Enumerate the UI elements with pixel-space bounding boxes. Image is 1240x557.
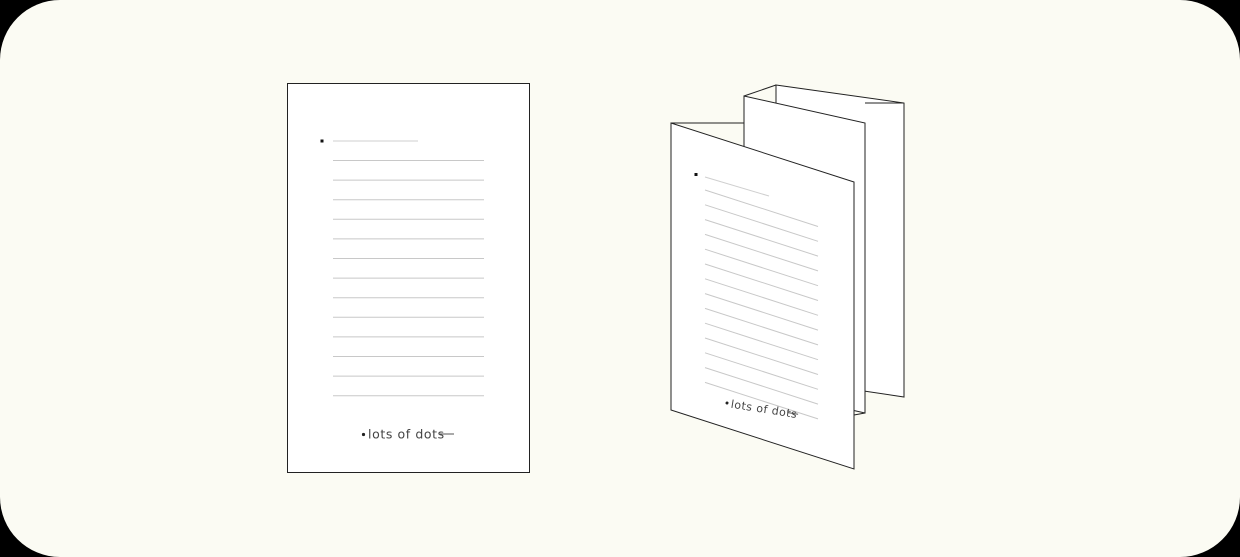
flat-sheet: lots of dots xyxy=(287,83,530,473)
booklet-front-panel xyxy=(670,122,855,470)
folded-booklet: lots of dots xyxy=(670,84,905,470)
flat-sheet-footer-text: lots of dots xyxy=(368,427,445,442)
illustration-canvas: lots of dots lots of dots xyxy=(0,0,1240,557)
flat-sheet-footer-dot-icon xyxy=(361,432,366,437)
booklet-fold-edge-4 xyxy=(853,412,866,416)
flat-sheet-footer: lots of dots xyxy=(361,427,454,442)
booklet-bullet-icon xyxy=(694,173,698,176)
illustration-svg: lots of dots lots of dots xyxy=(287,83,905,473)
booklet-fold-edge-2 xyxy=(743,84,777,97)
flat-sheet-bullet-icon xyxy=(320,139,324,143)
